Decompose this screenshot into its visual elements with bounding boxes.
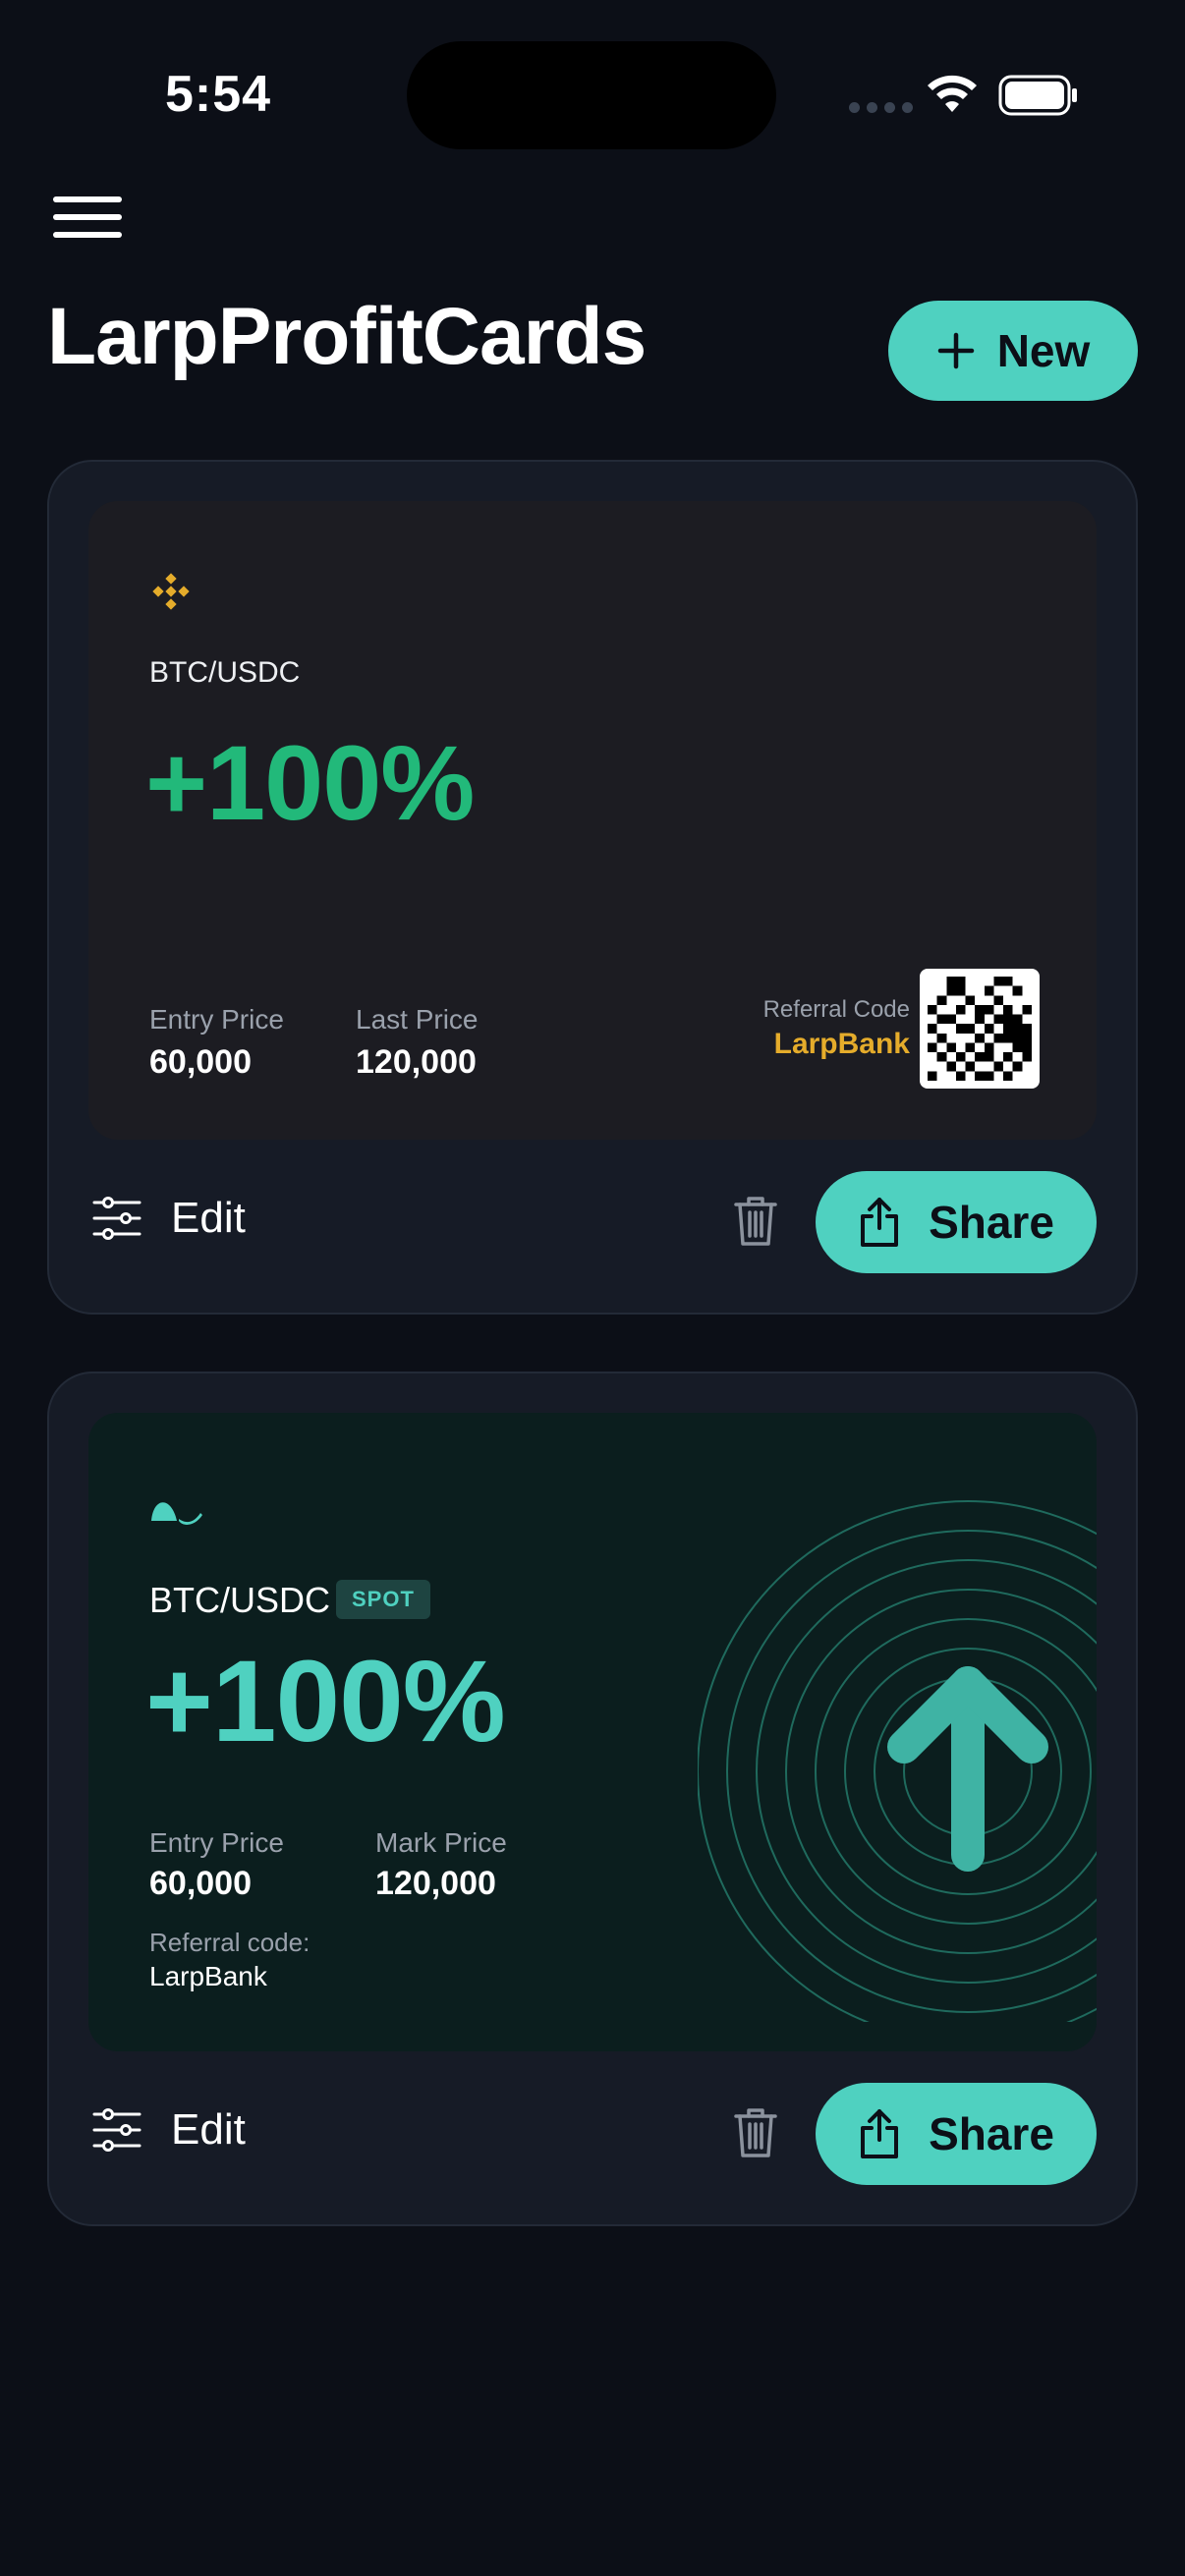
- entry-price-label: Entry Price: [149, 1827, 284, 1858]
- entry-price-label: Entry Price: [149, 1004, 284, 1035]
- edit-button[interactable]: Edit: [92, 2105, 246, 2155]
- sliders-icon: [92, 2108, 141, 2152]
- card-preview-2: BTC/USDC SPOT +100% Entry Price 60,000 M…: [88, 1413, 1097, 2051]
- arrow-up-icon: [698, 1500, 1097, 2022]
- edit-label: Edit: [171, 1194, 246, 1242]
- share-icon: [861, 1198, 899, 1247]
- share-label: Share: [929, 1197, 1054, 1248]
- exchange-logo-icon: [152, 573, 190, 610]
- wifi-icon: [928, 75, 977, 112]
- dynamic-island: [407, 41, 776, 149]
- referral-code-label: Referral Code: [762, 996, 910, 1023]
- new-card-button[interactable]: New: [888, 301, 1138, 401]
- share-icon: [861, 2109, 899, 2158]
- new-button-label: New: [996, 325, 1091, 376]
- share-button[interactable]: Share: [816, 2083, 1097, 2185]
- trading-pair: BTC/USDC: [149, 656, 301, 689]
- cellular-signal-icon: [849, 102, 913, 113]
- plus-icon: [937, 332, 974, 369]
- spot-badge: SPOT: [336, 1580, 430, 1619]
- trash-icon[interactable]: [733, 2106, 778, 2159]
- last-price-label: Last Price: [356, 1004, 479, 1035]
- edit-button[interactable]: Edit: [92, 1194, 246, 1243]
- trash-icon[interactable]: [733, 1195, 778, 1248]
- mark-price-label: Mark Price: [375, 1827, 507, 1858]
- referral-code-value: LarpBank: [773, 1028, 910, 1060]
- pnl-percent: +100%: [145, 1637, 506, 1766]
- trading-pair: BTC/USDC: [149, 1580, 331, 1620]
- card-preview-1: BTC/USDC +100% Entry Price 60,000 Last P…: [88, 501, 1097, 1140]
- mark-price-value: 120,000: [375, 1865, 496, 1902]
- screen: 5:54 LarpProfitCards New BTC/USDC +100%: [0, 0, 1185, 2576]
- referral-code-value: LarpBank: [149, 1961, 267, 1991]
- battery-icon: [998, 75, 1077, 116]
- pnl-percent: +100%: [145, 723, 475, 842]
- share-button[interactable]: Share: [816, 1171, 1097, 1273]
- share-label: Share: [929, 2108, 1054, 2159]
- profit-card-1: BTC/USDC +100% Entry Price 60,000 Last P…: [47, 460, 1138, 1315]
- sliders-icon: [92, 1197, 141, 1240]
- qr-code-icon: [920, 969, 1040, 1089]
- menu-icon[interactable]: [53, 196, 122, 242]
- profit-card-2: BTC/USDC SPOT +100% Entry Price 60,000 M…: [47, 1372, 1138, 2226]
- exchange-logo-icon: [151, 1502, 202, 1525]
- page-title: LarpProfitCards: [47, 292, 647, 381]
- edit-label: Edit: [171, 2105, 246, 2154]
- last-price-value: 120,000: [356, 1043, 477, 1081]
- entry-price-value: 60,000: [149, 1043, 252, 1081]
- entry-price-value: 60,000: [149, 1865, 252, 1902]
- status-time: 5:54: [165, 66, 272, 123]
- referral-code-label: Referral code:: [149, 1928, 310, 1957]
